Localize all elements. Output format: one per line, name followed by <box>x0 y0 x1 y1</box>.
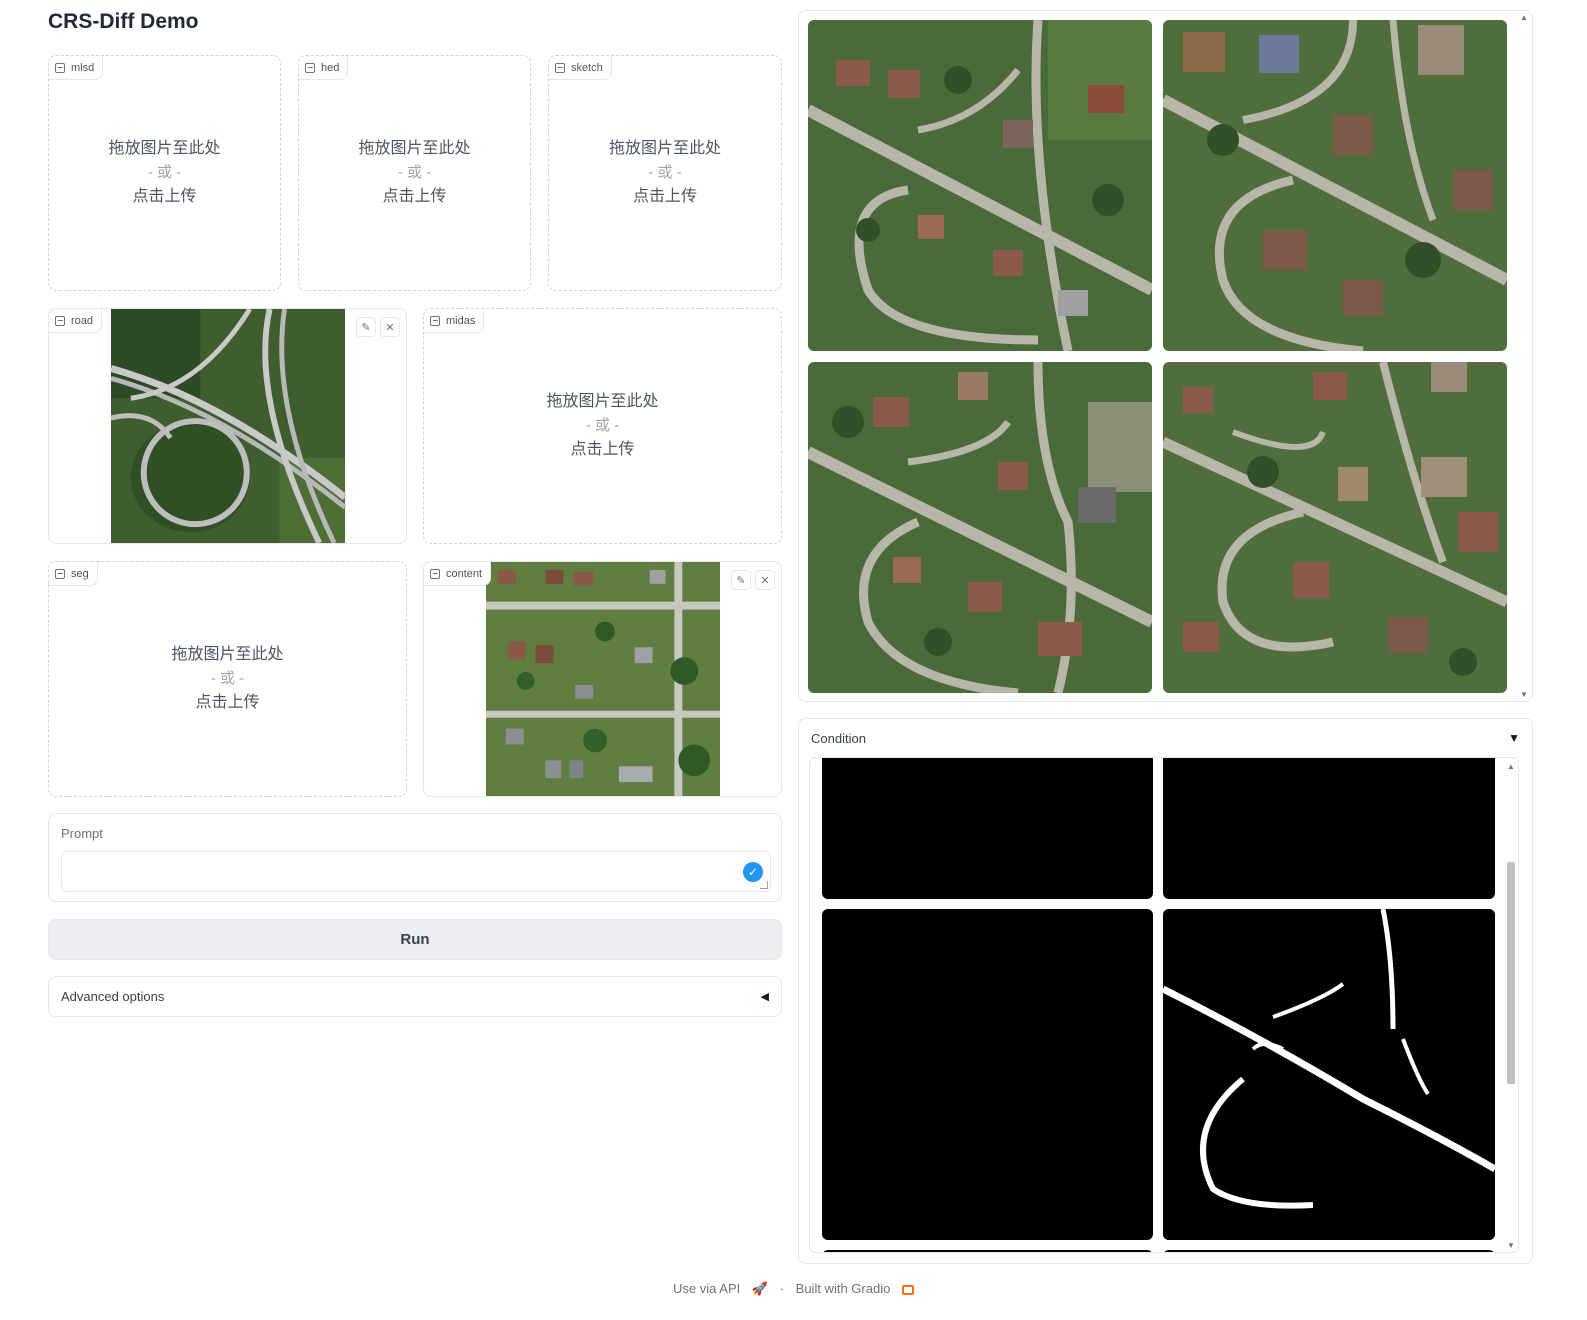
image-icon <box>305 62 315 73</box>
drop-zone-text[interactable]: 拖放图片至此处 - 或 - 点击上传 <box>108 137 220 209</box>
sketch-upload[interactable]: sketch 拖放图片至此处 - 或 - 点击上传 <box>548 55 782 291</box>
drop-zone-text[interactable]: 拖放图片至此处 - 或 - 点击上传 <box>546 390 658 462</box>
scroll-down-icon[interactable]: ▼ <box>1517 690 1531 699</box>
seg-label-tab: seg <box>49 562 98 586</box>
condition-image[interactable] <box>822 909 1153 1240</box>
click-upload-text: 点击上传 <box>570 441 635 458</box>
image-icon <box>555 62 565 73</box>
click-upload-text: 点击上传 <box>382 188 447 205</box>
gallery-scrollbar[interactable]: ▲ ▼ <box>1517 11 1531 701</box>
hed-label-tab: hed <box>299 56 349 80</box>
road-label: road <box>71 314 94 327</box>
rocket-icon: 🚀 <box>751 1281 769 1296</box>
or-text: - 或 - <box>210 670 245 687</box>
triangle-left-icon: ◀ <box>760 991 769 1003</box>
close-icon[interactable]: ✕ <box>380 317 400 337</box>
drop-text: 拖放图片至此处 <box>608 140 721 157</box>
sketch-label-tab: sketch <box>549 56 612 80</box>
built-with-gradio-link[interactable]: Built with Gradio <box>796 1281 891 1296</box>
scroll-up-icon[interactable]: ▲ <box>1504 762 1518 771</box>
condition-panel: Condition ▼ ▲ ▼ <box>798 718 1533 1264</box>
click-upload-text: 点击上传 <box>632 188 697 205</box>
sketch-label: sketch <box>571 61 603 74</box>
click-upload-text: 点击上传 <box>195 694 260 711</box>
or-text: - 或 - <box>648 164 682 181</box>
midas-upload[interactable]: midas 拖放图片至此处 - 或 - 点击上传 <box>423 308 782 544</box>
condition-image[interactable] <box>822 758 1153 899</box>
scroll-up-icon[interactable]: ▲ <box>1517 13 1531 22</box>
scroll-down-icon[interactable]: ▼ <box>1504 1241 1518 1250</box>
condition-label: Condition <box>811 731 866 746</box>
edit-icon[interactable]: ✎ <box>731 570 751 590</box>
condition-scrollbar[interactable]: ▲ ▼ <box>1504 758 1518 1252</box>
image-icon <box>55 62 65 73</box>
condition-image[interactable] <box>822 1250 1153 1252</box>
content-upload[interactable]: content ✎ ✕ <box>423 561 782 797</box>
advanced-options-accordion[interactable]: Advanced options ◀ <box>48 976 782 1017</box>
hed-upload[interactable]: hed 拖放图片至此处 - 或 - 点击上传 <box>298 55 531 291</box>
mlsd-label-tab: mlsd <box>49 56 104 80</box>
condition-image[interactable] <box>1163 909 1495 1240</box>
drop-text: 拖放图片至此处 <box>358 140 471 157</box>
prompt-panel: Prompt ✓ <box>48 813 782 902</box>
image-icon <box>55 315 65 326</box>
midas-label: midas <box>446 314 476 327</box>
drop-zone-text[interactable]: 拖放图片至此处 - 或 - 点击上传 <box>358 137 470 209</box>
condition-image[interactable] <box>1163 758 1495 899</box>
drop-text: 拖放图片至此处 <box>108 140 221 157</box>
road-image-preview <box>110 309 346 543</box>
drop-text: 拖放图片至此处 <box>546 393 659 410</box>
drop-text: 拖放图片至此处 <box>171 646 284 663</box>
gallery-image[interactable] <box>808 362 1152 693</box>
footer-separator: · <box>779 1281 785 1296</box>
prompt-input[interactable]: ✓ <box>61 851 771 892</box>
output-gallery: ▲ ▼ <box>798 10 1533 702</box>
image-icon <box>55 568 65 579</box>
advanced-options-label: Advanced options <box>61 989 165 1004</box>
image-icon <box>430 568 440 579</box>
seg-label: seg <box>71 567 89 580</box>
gallery-image[interactable] <box>1163 20 1507 351</box>
use-via-api-link[interactable]: Use via API <box>673 1281 740 1296</box>
seg-upload[interactable]: seg 拖放图片至此处 - 或 - 点击上传 <box>48 561 407 797</box>
content-image-preview <box>486 562 720 796</box>
condition-image[interactable] <box>1163 1250 1495 1252</box>
gradio-logo-icon <box>901 1284 914 1295</box>
mlsd-upload[interactable]: mlsd 拖放图片至此处 - 或 - 点击上传 <box>48 55 281 291</box>
gallery-image[interactable] <box>808 20 1152 351</box>
hed-label: hed <box>321 61 340 74</box>
prompt-label: Prompt <box>61 826 103 841</box>
gallery-image[interactable] <box>1163 362 1507 693</box>
road-upload[interactable]: road ✎ ✕ <box>48 308 407 544</box>
scroll-thumb[interactable] <box>1507 862 1515 1084</box>
triangle-down-icon[interactable]: ▼ <box>1508 731 1520 745</box>
or-text: - 或 - <box>397 164 432 181</box>
drop-zone-text[interactable]: 拖放图片至此处 - 或 - 点击上传 <box>609 137 721 209</box>
click-upload-text: 点击上传 <box>132 188 197 205</box>
road-label-tab: road <box>49 309 103 333</box>
drop-zone-text[interactable]: 拖放图片至此处 - 或 - 点击上传 <box>171 643 283 715</box>
mlsd-label: mlsd <box>71 61 95 74</box>
condition-gallery: ▲ ▼ <box>809 757 1519 1253</box>
check-icon: ✓ <box>743 862 763 882</box>
resize-handle[interactable] <box>760 881 768 889</box>
or-text: - 或 - <box>147 164 182 181</box>
run-button[interactable]: Run <box>48 919 782 960</box>
or-text: - 或 - <box>585 417 620 434</box>
image-icon <box>430 315 440 326</box>
footer: Use via API 🚀 · Built with Gradio <box>0 1281 1587 1297</box>
midas-label-tab: midas <box>424 309 485 333</box>
close-icon[interactable]: ✕ <box>755 570 775 590</box>
content-label: content <box>446 567 483 580</box>
content-label-tab: content <box>424 562 492 586</box>
page-title: CRS-Diff Demo <box>48 10 199 33</box>
edit-icon[interactable]: ✎ <box>356 317 376 337</box>
